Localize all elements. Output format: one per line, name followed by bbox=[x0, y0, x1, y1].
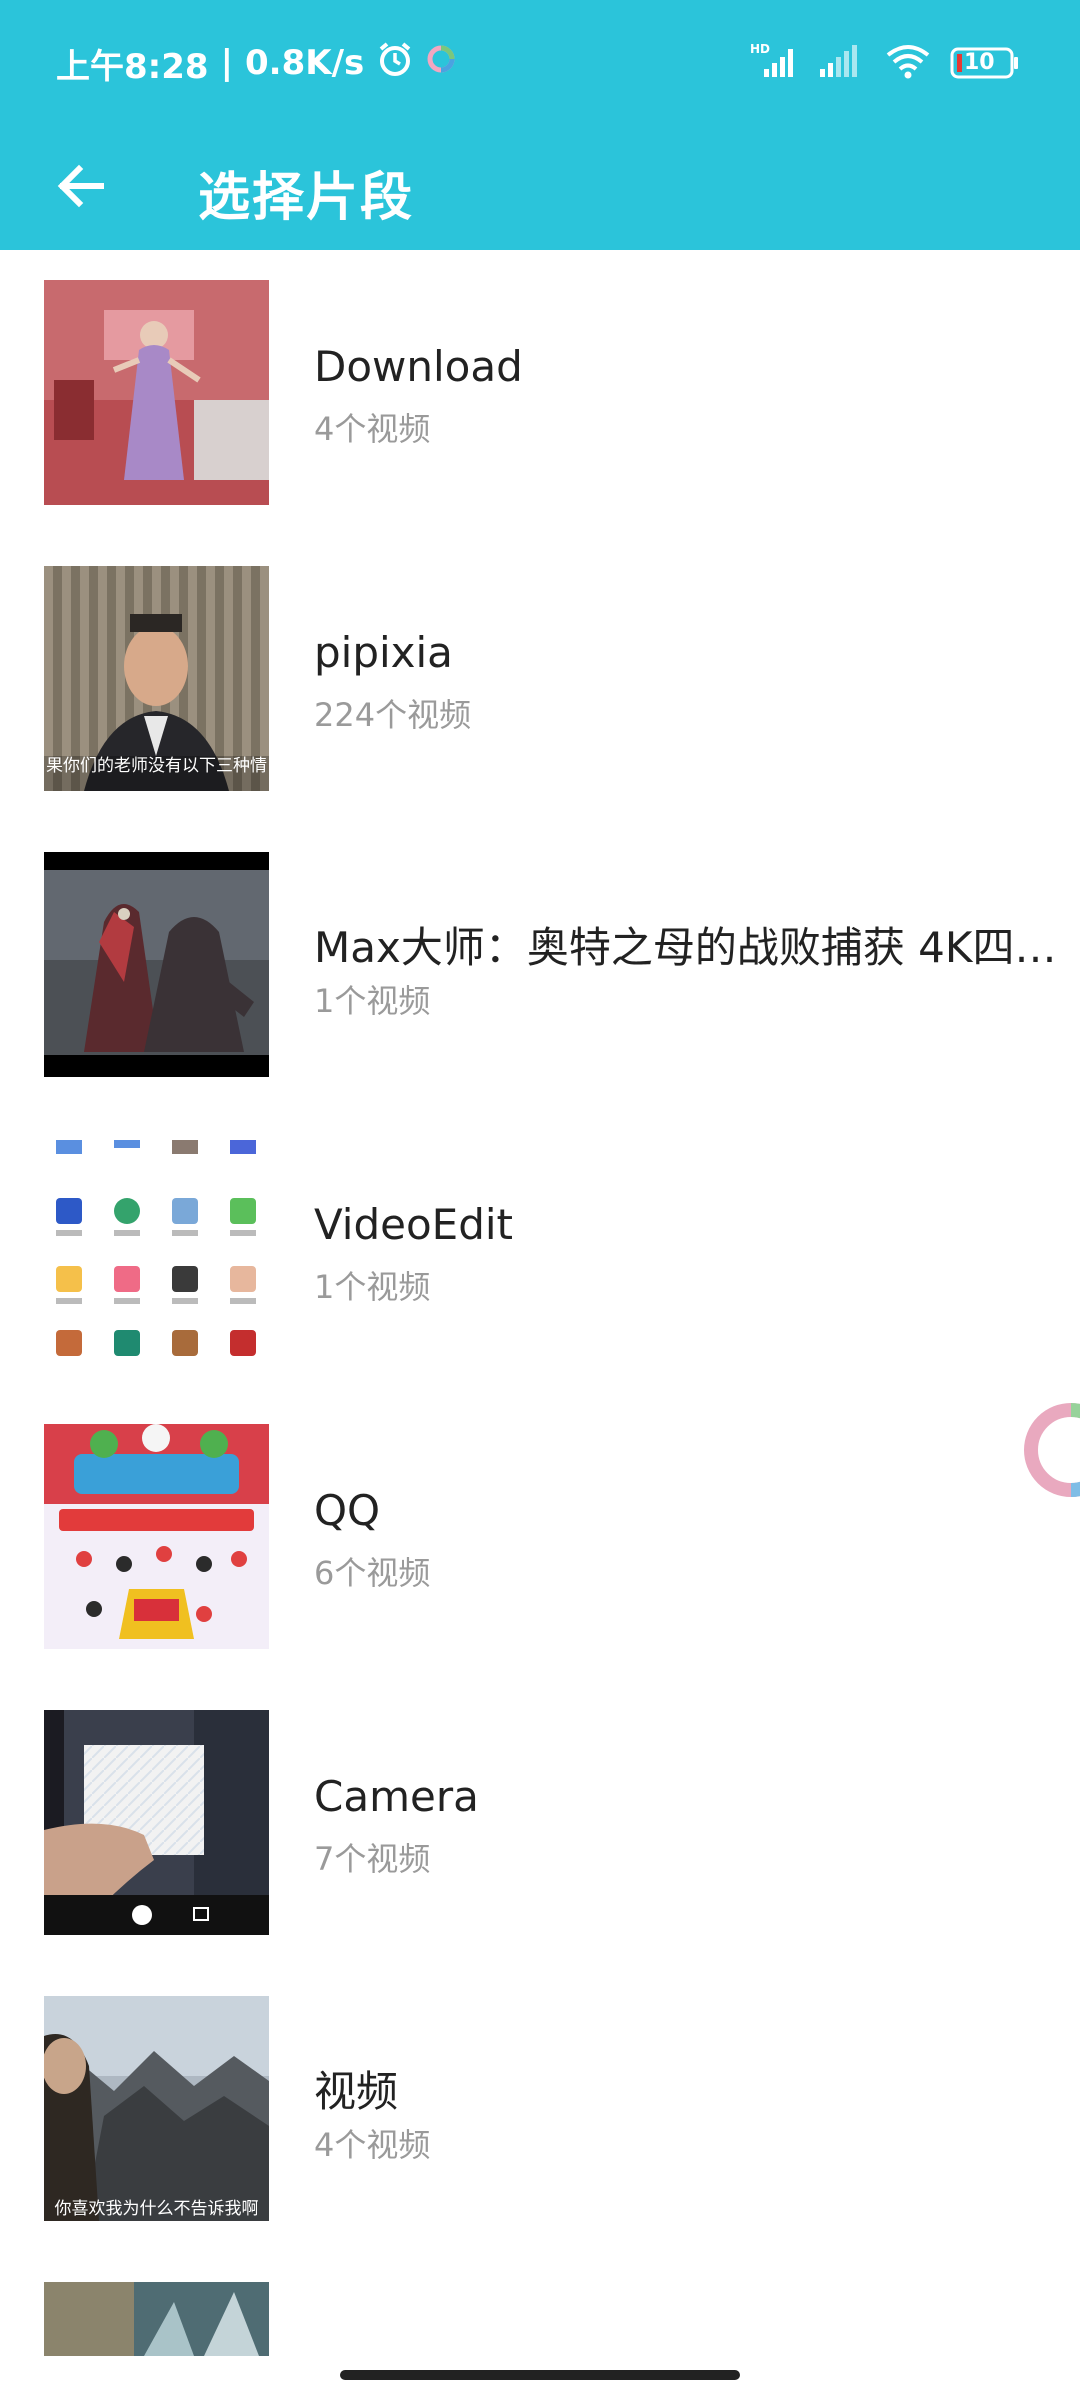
folder-thumbnail bbox=[44, 280, 269, 505]
battery-icon: 10 bbox=[950, 46, 1020, 80]
folder-name: Camera bbox=[314, 1772, 479, 1821]
folder-item-partial[interactable] bbox=[0, 2252, 1080, 2356]
thumbnail-caption: 你喜欢我为什么不告诉我啊 bbox=[54, 2199, 259, 2219]
status-net-speed: 0.8K/s bbox=[245, 43, 365, 83]
folder-item-camera[interactable]: Camera 7个视频 bbox=[0, 1680, 1080, 1966]
folder-video-count: 7个视频 bbox=[314, 1840, 431, 1878]
folder-thumbnail bbox=[44, 852, 269, 1077]
folder-video-count: 4个视频 bbox=[314, 2126, 431, 2164]
loading-spinner-icon bbox=[1016, 1395, 1080, 1505]
folder-name: QQ bbox=[314, 1486, 381, 1535]
toolbar: 选择片段 bbox=[0, 125, 1080, 250]
folder-name: Max大师：奥特之母的战败捕获 4K四… bbox=[314, 923, 1057, 972]
back-arrow-icon bbox=[55, 160, 107, 216]
folder-video-count: 1个视频 bbox=[314, 1268, 431, 1306]
status-bar: 上午8:28 | 0.8K/s HD 10 bbox=[0, 0, 1080, 125]
folder-item-pipixia[interactable]: 果你们的老师没有以下三种情 pipixia 224个视频 bbox=[0, 536, 1080, 822]
folder-name: Download bbox=[314, 342, 523, 391]
folder-thumbnail: 你喜欢我为什么不告诉我啊 bbox=[44, 1996, 269, 2221]
folder-item-videos[interactable]: 你喜欢我为什么不告诉我啊 视频 4个视频 bbox=[0, 1966, 1080, 2252]
signal-icon bbox=[818, 43, 866, 83]
alarm-icon bbox=[376, 40, 414, 87]
folder-video-count: 4个视频 bbox=[314, 410, 431, 448]
folder-item-download[interactable]: Download 4个视频 bbox=[0, 250, 1080, 536]
folder-video-count: 224个视频 bbox=[314, 696, 472, 734]
back-button[interactable] bbox=[36, 143, 126, 233]
folder-thumbnail bbox=[44, 1710, 269, 1935]
folder-item-max[interactable]: Max大师：奥特之母的战败捕获 4K四… 1个视频 bbox=[0, 822, 1080, 1108]
status-right: HD 10 bbox=[750, 38, 1020, 88]
status-separator: | bbox=[220, 43, 233, 83]
folder-name: 视频 bbox=[314, 2067, 399, 2116]
folder-thumbnail bbox=[44, 1424, 269, 1649]
battery-level: 10 bbox=[964, 50, 995, 75]
page-title: 选择片段 bbox=[198, 168, 415, 228]
status-time: 上午8:28 bbox=[56, 46, 209, 87]
home-indicator[interactable] bbox=[340, 2370, 740, 2380]
svg-text:HD: HD bbox=[750, 42, 770, 56]
folder-thumbnail: 果你们的老师没有以下三种情 bbox=[44, 566, 269, 791]
wifi-icon bbox=[884, 41, 932, 85]
folder-video-count: 6个视频 bbox=[314, 1554, 431, 1592]
status-left: 上午8:28 | 0.8K/s bbox=[56, 38, 456, 88]
thumbnail-caption: 果你们的老师没有以下三种情 bbox=[46, 756, 267, 776]
folder-item-videoedit[interactable]: VideoEdit 1个视频 bbox=[0, 1108, 1080, 1394]
app-ring-icon bbox=[426, 43, 456, 83]
folder-item-qq[interactable]: QQ 6个视频 bbox=[0, 1394, 1080, 1680]
folder-thumbnail bbox=[44, 1138, 269, 1363]
folder-thumbnail bbox=[44, 2282, 269, 2356]
folder-video-count: 1个视频 bbox=[314, 982, 431, 1020]
hd-signal-icon: HD bbox=[750, 41, 800, 85]
folder-name: VideoEdit bbox=[314, 1200, 514, 1249]
folder-name: pipixia bbox=[314, 628, 453, 677]
